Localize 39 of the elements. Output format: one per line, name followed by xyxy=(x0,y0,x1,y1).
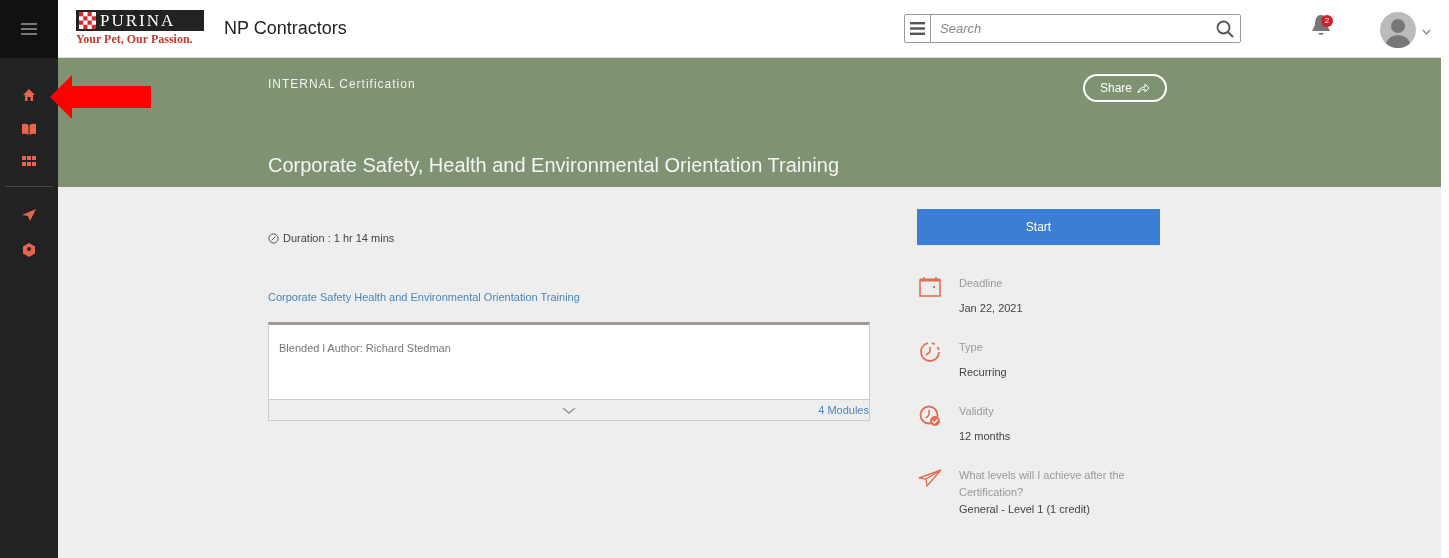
clock-icon xyxy=(268,232,279,244)
home-icon[interactable] xyxy=(22,88,36,102)
course-link[interactable]: Corporate Safety Health and Environmental Orientation Training xyxy=(268,288,580,305)
badge-icon[interactable] xyxy=(23,243,35,257)
menu-icon[interactable] xyxy=(910,22,925,35)
calendar-icon xyxy=(919,277,941,297)
course-meta: Blended l Author: Richard Stedman xyxy=(279,342,451,354)
share-icon xyxy=(1137,82,1150,94)
logo-wordmark: PURINA xyxy=(100,12,176,29)
checkerboard-icon xyxy=(78,12,97,29)
notification-badge: 2 xyxy=(1321,15,1333,27)
site-title: NP Contractors xyxy=(224,17,347,40)
avatar[interactable] xyxy=(1380,12,1416,48)
fact-label: Deadline xyxy=(959,276,1004,291)
clock-check-icon xyxy=(919,405,941,427)
search-field[interactable]: Search xyxy=(931,18,1216,39)
grid-icon[interactable] xyxy=(22,156,36,166)
fact-label: Validity xyxy=(959,404,995,419)
menu-icon[interactable] xyxy=(21,22,37,36)
logo-tagline: Your Pet, Our Passion. xyxy=(76,31,194,47)
search-bar[interactable]: Search xyxy=(904,14,1241,43)
modules-link[interactable]: 4 Modules xyxy=(818,401,869,419)
fact-value: Jan 22, 2021 xyxy=(959,301,1023,316)
search-icon[interactable] xyxy=(1216,19,1234,38)
paper-plane-icon[interactable] xyxy=(22,209,36,221)
share-button[interactable]: Share xyxy=(1083,74,1167,102)
paper-plane-icon xyxy=(918,469,942,487)
category-label: INTERNAL Certification xyxy=(268,76,416,93)
course-title: Corporate Safety, Health and Environmental Orientation Training xyxy=(268,153,840,178)
fact-value: Recurring xyxy=(959,365,1007,380)
chevron-down-icon[interactable] xyxy=(1422,29,1431,35)
fact-label: Type xyxy=(959,340,984,355)
start-button[interactable]: Start xyxy=(917,209,1160,245)
fact-value: 12 months xyxy=(959,429,1011,444)
book-icon[interactable] xyxy=(22,123,36,135)
duration-text: Duration : 1 hr 14 mins xyxy=(283,231,395,246)
timer-icon xyxy=(919,341,941,363)
fact-value: General - Level 1 (1 credit) xyxy=(959,502,1091,517)
fact-label: What levels will I achieve after the Certification? xyxy=(959,468,1126,500)
